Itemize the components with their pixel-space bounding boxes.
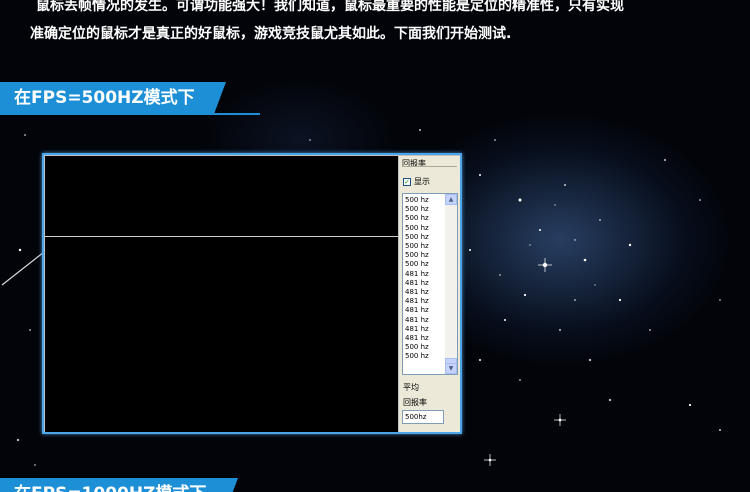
trace-line bbox=[45, 236, 398, 237]
report-rate-list[interactable]: 500 hz 500 hz 500 hz 500 hz 500 hz 500 hz 500 … bbox=[402, 193, 458, 375]
rate-list-item[interactable]: 481 hz bbox=[405, 270, 445, 279]
banner-underline bbox=[0, 113, 260, 115]
scroll-down-arrow-icon[interactable]: ▼ bbox=[445, 363, 457, 374]
rate-list-item[interactable]: 481 hz bbox=[405, 334, 445, 343]
section-banner-1000hz: 在FPS=1000HZ模式下 bbox=[0, 478, 238, 492]
rate-list-item[interactable]: 481 hz bbox=[405, 316, 445, 325]
intro-text: 鼠标丢帧情况的发生。可谓功能强大！我们知道，鼠标最重要的性能是定位的精准性，只有… bbox=[30, 0, 730, 48]
rate-list-item[interactable]: 500 hz bbox=[405, 352, 445, 361]
rate-list-item[interactable]: 481 hz bbox=[405, 297, 445, 306]
average-rate-field[interactable]: 500hz bbox=[402, 410, 444, 424]
rate-list-item[interactable]: 500 hz bbox=[405, 260, 445, 269]
average-label: 平均 bbox=[403, 383, 419, 392]
report-rate-tool-window: 回报率 ✓ 显示 500 hz 500 hz 500 hz 500 hz 500 hz 5… bbox=[42, 153, 462, 434]
rate-list-item[interactable]: 500 hz bbox=[405, 242, 445, 251]
rate-list-item[interactable]: 481 hz bbox=[405, 279, 445, 288]
checkbox-check-icon[interactable]: ✓ bbox=[403, 177, 411, 186]
rate-list-item[interactable]: 481 hz bbox=[405, 325, 445, 334]
rate-list-item[interactable]: 500 hz bbox=[405, 343, 445, 352]
rate-list-item[interactable]: 481 hz bbox=[405, 306, 445, 315]
rate-list-item[interactable]: 500 hz bbox=[405, 205, 445, 214]
report-rate-panel: 回报率 ✓ 显示 500 hz 500 hz 500 hz 500 hz 500 hz 5… bbox=[399, 156, 460, 432]
trace-plot-area[interactable] bbox=[45, 156, 398, 432]
rate-list-item[interactable]: 481 hz bbox=[405, 288, 445, 297]
rate-items: 500 hz 500 hz 500 hz 500 hz 500 hz 500 hz 500 … bbox=[405, 196, 445, 362]
rate-list-item[interactable]: 500 hz bbox=[405, 224, 445, 233]
rate-list-item[interactable]: 500 hz bbox=[405, 251, 445, 260]
intro-line-2: 准确定位的鼠标才是真正的好鼠标，游戏竞技鼠尤其如此。下面我们开始测试. bbox=[30, 26, 512, 42]
rate-list-item[interactable]: 500 hz bbox=[405, 196, 445, 205]
section-banner-500hz: 在FPS=500HZ模式下 bbox=[0, 82, 226, 114]
scroll-up-arrow-icon[interactable]: ▲ bbox=[445, 194, 457, 205]
show-label: 显示 bbox=[414, 177, 430, 186]
rate-list-item[interactable]: 500 hz bbox=[405, 214, 445, 223]
intro-line-1: 鼠标丢帧情况的发生。可谓功能强大！我们知道，鼠标最重要的性能是定位的精准性，只有… bbox=[36, 0, 624, 14]
average-rate-label: 回报率 bbox=[403, 398, 427, 407]
rate-list-item[interactable]: 500 hz bbox=[405, 233, 445, 242]
list-scrollbar[interactable]: ▲ ▼ bbox=[445, 194, 457, 374]
show-checkbox[interactable]: ✓ 显示 bbox=[403, 176, 430, 187]
